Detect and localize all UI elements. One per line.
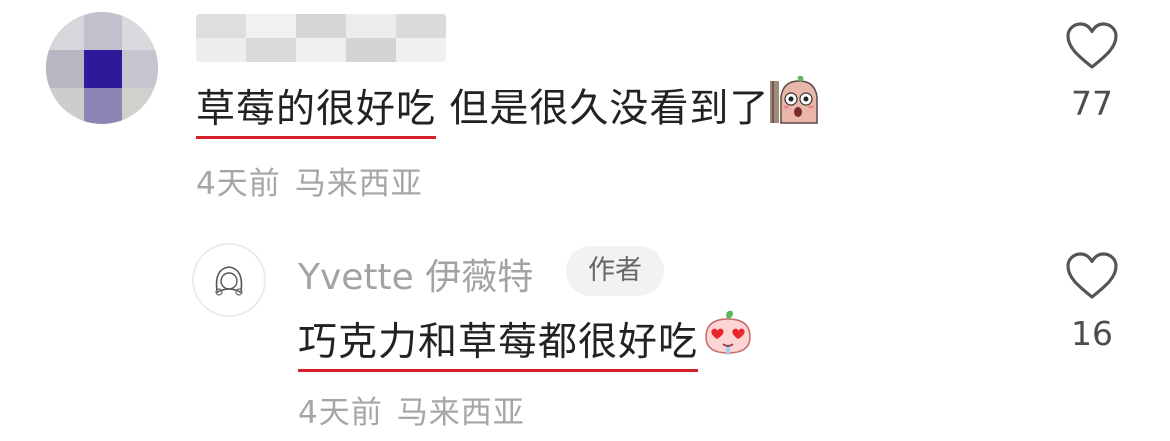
highlighted-keyword[interactable]: 巧克力和草莓都很好吃 [298, 319, 699, 372]
avatar[interactable] [46, 12, 158, 124]
author-badge: 作者 [566, 246, 664, 296]
like-count: 77 [1071, 84, 1113, 123]
reply-meta: 4天前 马来西亚 [298, 387, 525, 432]
location: 马来西亚 [294, 166, 423, 202]
reply-text[interactable]: 巧克力和草莓都很好吃 [298, 310, 754, 372]
username-blurred[interactable] [196, 14, 446, 62]
comment-meta: 4天前 马来西亚 [196, 158, 423, 203]
reply-username[interactable]: Yvette 伊薇特 [298, 248, 533, 300]
highlighted-keyword[interactable]: 草莓的很好吃 [196, 86, 437, 139]
location: 马来西亚 [396, 395, 525, 431]
heart-eyes-drooling-emoji-icon [702, 307, 754, 375]
like-button[interactable]: 16 [1052, 252, 1132, 353]
like-button[interactable]: 77 [1052, 22, 1132, 123]
comment-text-rest: 但是很久没看到了 [436, 86, 770, 132]
like-count: 16 [1071, 314, 1113, 353]
heart-icon[interactable] [1065, 22, 1119, 70]
peeking-mushroom-emoji-icon [769, 75, 819, 141]
heart-icon[interactable] [1065, 252, 1119, 300]
author-avatar[interactable] [192, 243, 266, 317]
timestamp: 4天前 [298, 395, 383, 431]
timestamp: 4天前 [196, 166, 281, 202]
comment-text[interactable]: 草莓的很好吃 但是很久没看到了 [196, 75, 819, 139]
